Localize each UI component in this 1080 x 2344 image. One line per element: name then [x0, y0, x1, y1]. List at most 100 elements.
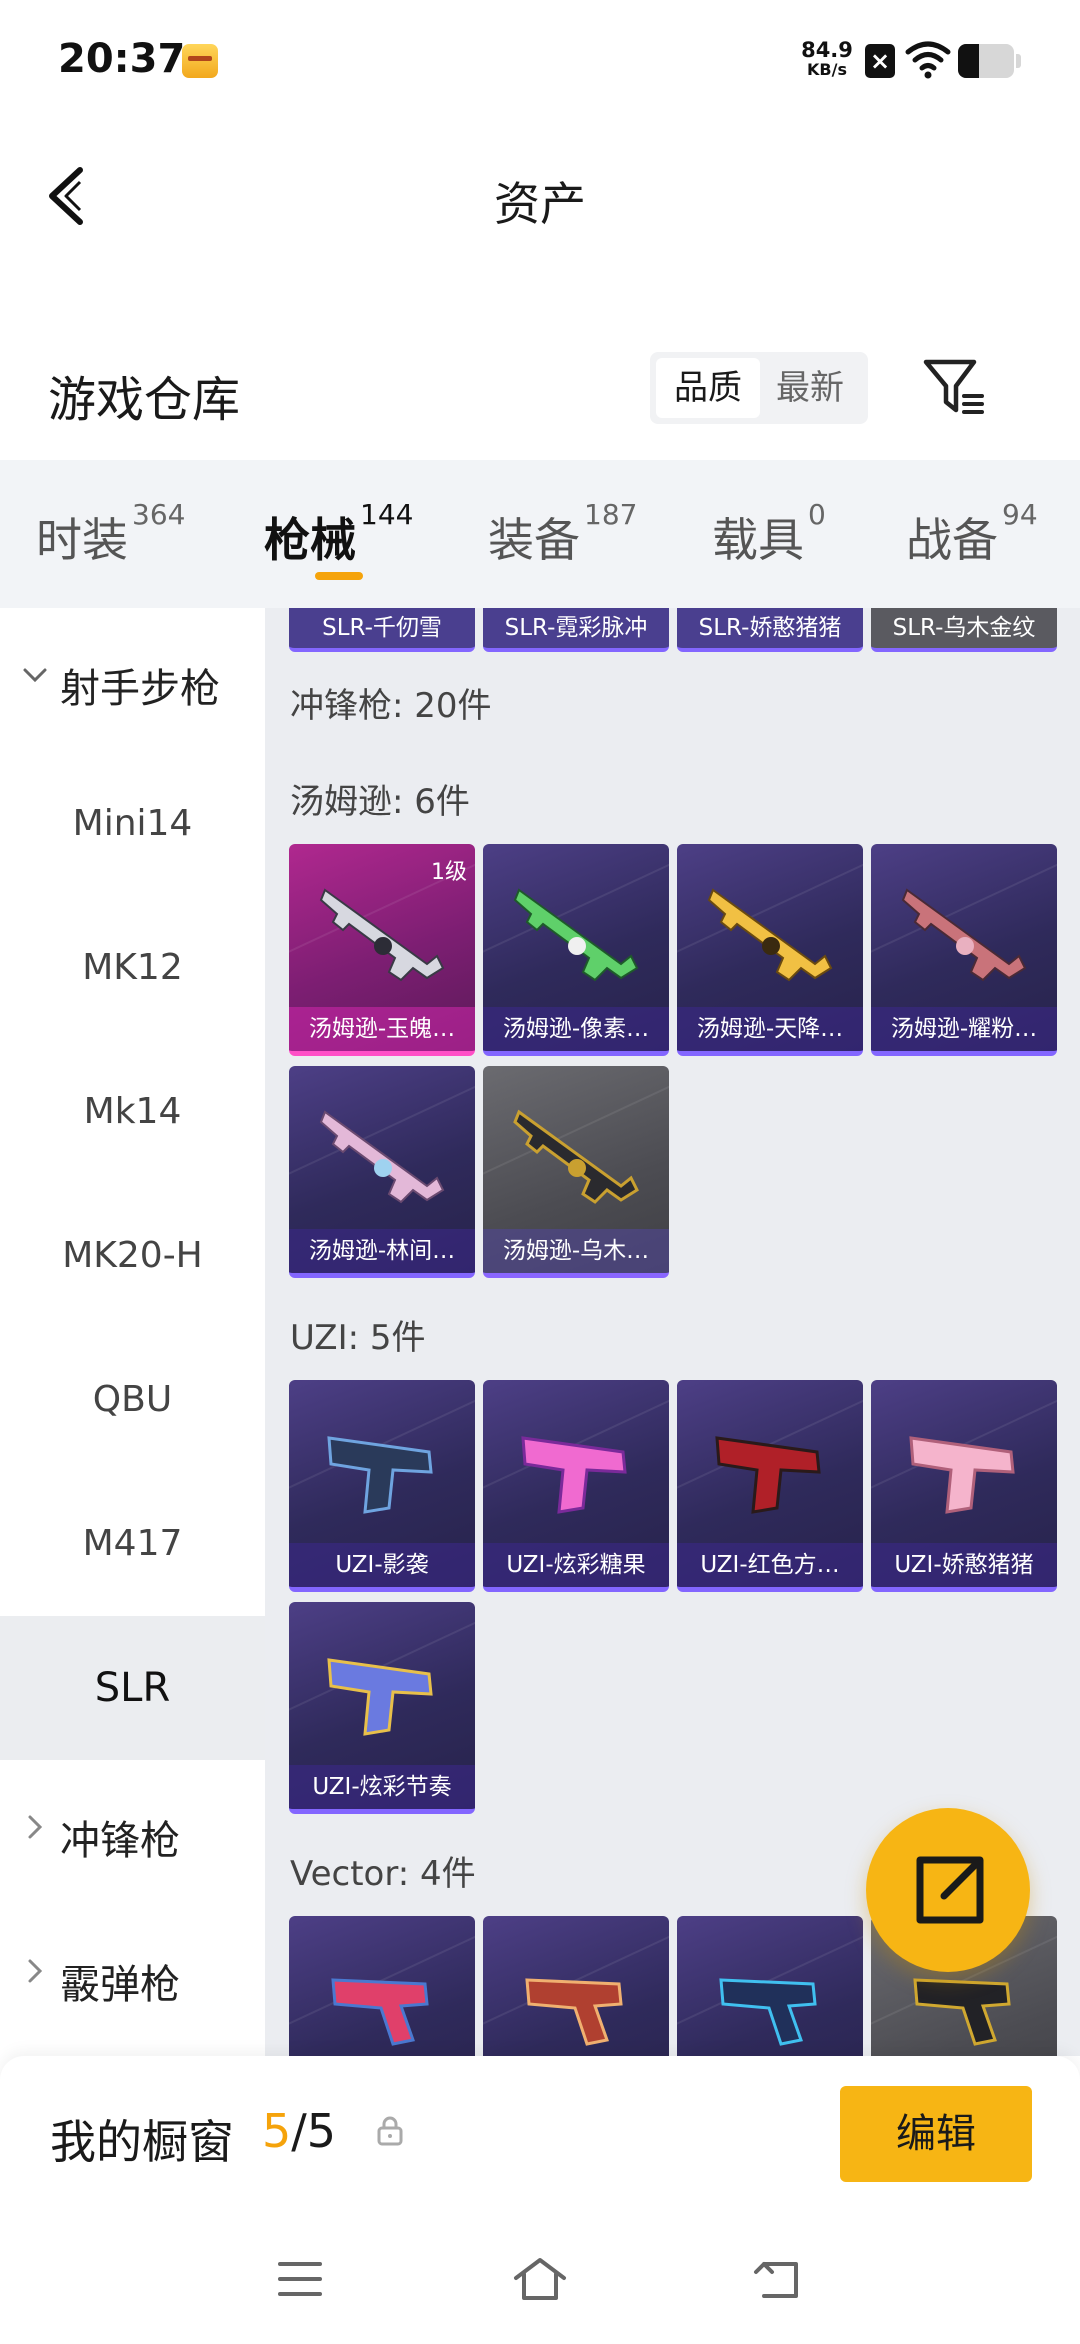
chevron-down-icon [23, 668, 47, 683]
showcase-label: 我的橱窗 [50, 2115, 234, 2169]
sort-option-newest[interactable]: 最新 [758, 358, 862, 418]
close-box-icon: × [865, 44, 895, 78]
uzi-gun-image [327, 1436, 433, 1514]
sidebar-group-label: 射手步枪 [60, 666, 220, 712]
home-icon [514, 2258, 566, 2300]
back-nav-button[interactable] [750, 2254, 810, 2304]
back-icon [754, 2262, 798, 2298]
item-name: 汤姆逊-乌木… [483, 1229, 669, 1273]
sidebar-group-label: 冲锋枪 [60, 1818, 180, 1864]
sidebar-group-smg[interactable]: 冲锋枪 [0, 1760, 265, 1904]
item-name: 汤姆逊-天降… [677, 1007, 863, 1051]
share-button[interactable] [866, 1808, 1030, 1972]
sidebar-item-mini14[interactable]: Mini14 [0, 752, 265, 896]
item-name: 汤姆逊-玉魄… [289, 1007, 475, 1051]
active-tab-indicator [315, 572, 363, 580]
thompson-gun-image [707, 888, 833, 982]
item-card[interactable]: 汤姆逊-乌木… [483, 1066, 669, 1278]
item-card[interactable]: 汤姆逊-耀粉… [871, 844, 1057, 1056]
vector-gun-image [331, 1978, 429, 2046]
item-card[interactable]: UZI-炫彩节奏 [289, 1602, 475, 1814]
tab-equipment[interactable]: 装备 187 [488, 498, 637, 574]
sort-option-quality[interactable]: 品质 [656, 358, 760, 418]
item-card[interactable]: 汤姆逊-像素… [483, 844, 669, 1056]
group-label-vector: Vector: 4件 [290, 1854, 476, 1894]
net-speed-unit: KB/s [807, 60, 847, 79]
sidebar-item-m417[interactable]: M417 [0, 1472, 265, 1616]
item-card[interactable]: UZI-娇憨猪猪 [871, 1380, 1057, 1592]
tab-battle-gear[interactable]: 战备 94 [906, 498, 1038, 574]
status-bar: 20:37 84.9 KB/s × [0, 0, 1080, 120]
item-card-slr-2[interactable]: SLR-霓彩脉冲 [483, 608, 669, 652]
menu-button[interactable] [270, 2254, 330, 2304]
item-card[interactable] [289, 1916, 475, 2056]
item-name: UZI-炫彩糖果 [483, 1543, 669, 1587]
sidebar-item-qbu[interactable]: QBU [0, 1328, 265, 1472]
sidebar-group-marksman-rifle[interactable]: 射手步枪 [0, 608, 265, 752]
menu-icon [278, 2262, 322, 2296]
wifi-icon [905, 41, 951, 79]
sort-toggle: 品质 最新 [650, 352, 868, 424]
sidebar-item-mk20h[interactable]: MK20-H [0, 1184, 265, 1328]
tab-fashion[interactable]: 时装 364 [36, 498, 185, 574]
edit-button[interactable]: 编辑 [840, 2086, 1032, 2182]
tab-label: 装备 [488, 513, 580, 567]
sidebar-group-shotgun[interactable]: 霰弹枪 [0, 1904, 265, 2048]
thompson-gun-image [513, 1109, 639, 1204]
vector-gun-image [719, 1978, 817, 2046]
battery-tip [1016, 54, 1021, 68]
sidebar-group-label: 霰弹枪 [60, 1962, 180, 2008]
item-card[interactable]: UZI-红色方… [677, 1380, 863, 1592]
showcase-count-total: /5 [291, 2104, 337, 2158]
item-card-slr-4[interactable]: SLR-乌木金纹 [871, 608, 1057, 652]
chevron-right-icon [28, 1959, 43, 1983]
sidebar-item-mk12[interactable]: MK12 [0, 896, 265, 1040]
sidebar-item-mk14[interactable]: Mk14 [0, 1040, 265, 1184]
thompson-gun-image [901, 888, 1027, 982]
item-card[interactable]: 汤姆逊-林间… [289, 1066, 475, 1278]
thompson-gun-image [513, 888, 639, 982]
tab-firearms[interactable]: 枪械 144 [264, 498, 413, 574]
item-card-slr-3[interactable]: SLR-娇憨猪猪 [677, 608, 863, 652]
uzi-gun-image [715, 1436, 821, 1514]
item-name: 汤姆逊-林间… [289, 1229, 475, 1273]
filter-button[interactable] [920, 354, 990, 420]
item-card[interactable]: UZI-影袭 [289, 1380, 475, 1592]
share-external-icon [916, 1856, 984, 1924]
category-tabs: 时装 364 枪械 144 装备 187 载具 0 战备 94 [0, 460, 1080, 608]
app-notification-icon [182, 44, 218, 78]
lock-icon [377, 2116, 403, 2146]
tab-label: 时装 [36, 513, 128, 567]
item-card[interactable]: 1级 汤姆逊-玉魄… [289, 844, 475, 1056]
status-time: 20:37 [58, 36, 186, 82]
vector-gun-image [525, 1978, 623, 2046]
item-card[interactable]: 汤姆逊-天降… [677, 844, 863, 1056]
chevron-right-icon [28, 1815, 43, 1839]
home-button[interactable] [510, 2254, 570, 2304]
net-speed-value: 84.9 [801, 38, 853, 62]
uzi-gun-image [909, 1436, 1015, 1514]
tab-label: 枪械 [264, 513, 356, 567]
tab-label: 载具 [712, 513, 804, 567]
item-card[interactable]: UZI-炫彩糖果 [483, 1380, 669, 1592]
item-card[interactable] [483, 1916, 669, 2056]
item-name: 汤姆逊-像素… [483, 1007, 669, 1051]
tab-label: 战备 [906, 513, 998, 567]
item-card[interactable] [677, 1916, 863, 2056]
item-name: UZI-红色方… [677, 1543, 863, 1587]
uzi-gun-image [521, 1436, 627, 1514]
item-name: UZI-炫彩节奏 [289, 1765, 475, 1809]
tab-count: 364 [132, 498, 186, 531]
system-navigation-bar [0, 2206, 1080, 2344]
tab-count: 94 [1002, 498, 1038, 531]
thompson-gun-image [319, 1110, 445, 1204]
showcase-count: 5/5 [262, 2104, 336, 2158]
tab-count: 0 [808, 498, 826, 531]
showcase-bar: 我的橱窗 5/5 编辑 [0, 2056, 1080, 2206]
tab-vehicles[interactable]: 载具 0 [712, 498, 826, 574]
tab-count: 187 [584, 498, 638, 531]
sidebar-item-slr[interactable]: SLR [0, 1616, 265, 1760]
group-label-uzi: UZI: 5件 [290, 1318, 426, 1358]
item-card-slr-1[interactable]: SLR-千仞雪 [289, 608, 475, 652]
thompson-gun-image [319, 888, 445, 982]
